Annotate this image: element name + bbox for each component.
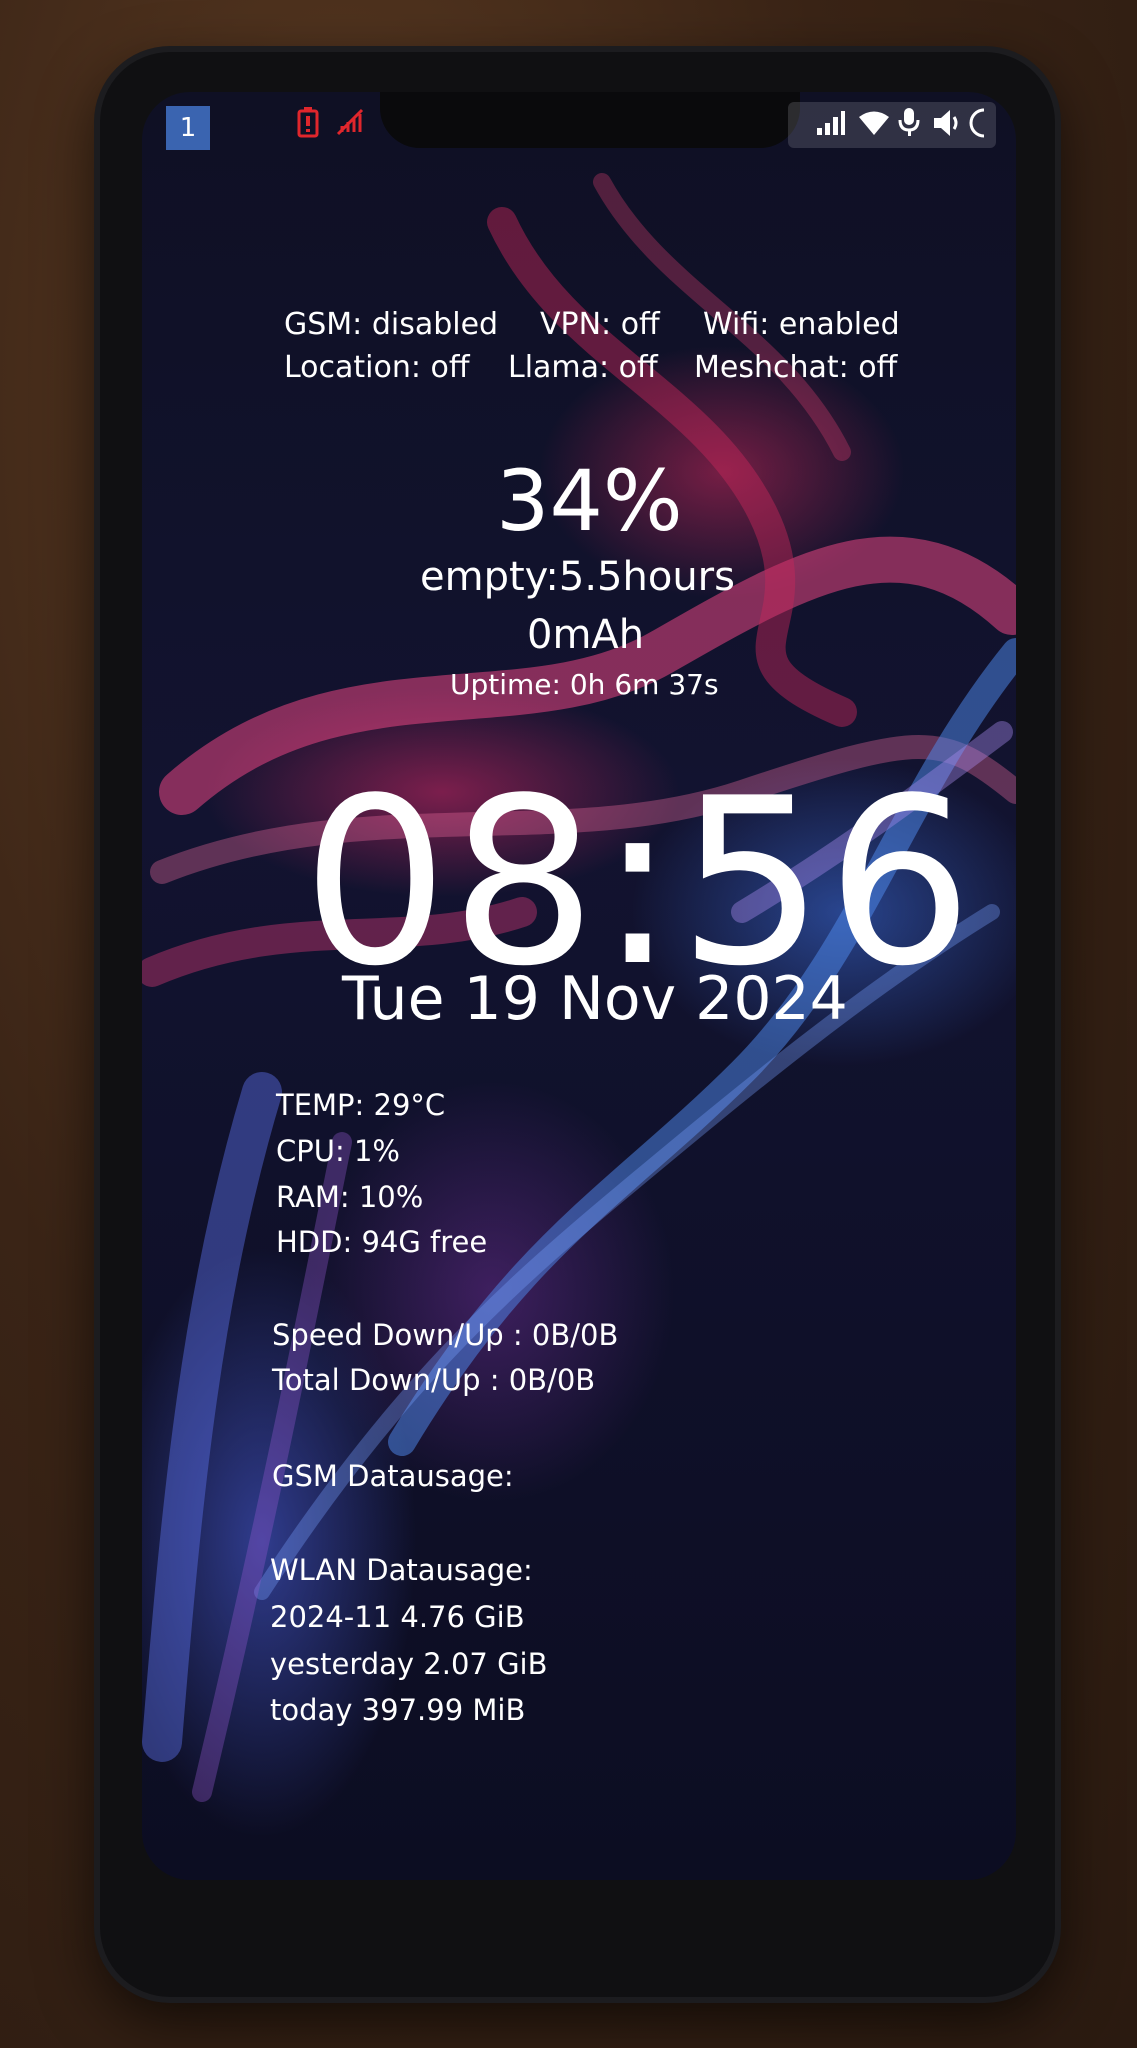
wlan-usage-today: today 397.99 MiB [270,1693,526,1727]
battery-current: 0mAh [527,612,645,658]
status-bar: 1 [142,92,1016,150]
uptime: Uptime: 0h 6m 37s [450,668,719,701]
cpu-stat: CPU: 1% [276,1134,400,1168]
wifi-icon [858,110,890,140]
speed-stat: Speed Down/Up : 0B/0B [272,1318,619,1352]
mic-icon [898,106,920,142]
volume-icon [932,108,964,142]
wifi-status: Wifi: enabled [703,307,900,342]
location-status: Location: off [284,350,470,385]
hdd-stat: HDD: 94G free [276,1225,488,1259]
wlan-usage-yesterday: yesterday 2.07 GiB [270,1647,548,1681]
moon-icon [964,108,994,142]
signal-icon [816,110,846,140]
battery-percent: 34% [496,452,683,550]
ram-stat: RAM: 10% [276,1180,424,1214]
gsm-status: GSM: disabled [284,307,499,342]
workspace-tag[interactable]: 1 [166,106,210,150]
vpn-status: VPN: off [540,307,660,342]
temp-stat: TEMP: 29°C [276,1088,446,1122]
total-stat: Total Down/Up : 0B/0B [272,1363,596,1397]
meshchat-status: Meshchat: off [694,350,898,385]
battery-empty-time: empty:5.5hours [420,554,735,600]
wlan-usage-month: 2024-11 4.76 GiB [270,1600,525,1634]
llama-status: Llama: off [508,350,658,385]
clock-date: Tue 19 Nov 2024 [342,964,848,1034]
gsm-usage-title: GSM Datausage: [272,1459,514,1493]
wlan-usage-title: WLAN Datausage: [270,1553,533,1587]
gsm-off-icon [334,106,366,142]
battery-alert-icon [296,106,320,142]
